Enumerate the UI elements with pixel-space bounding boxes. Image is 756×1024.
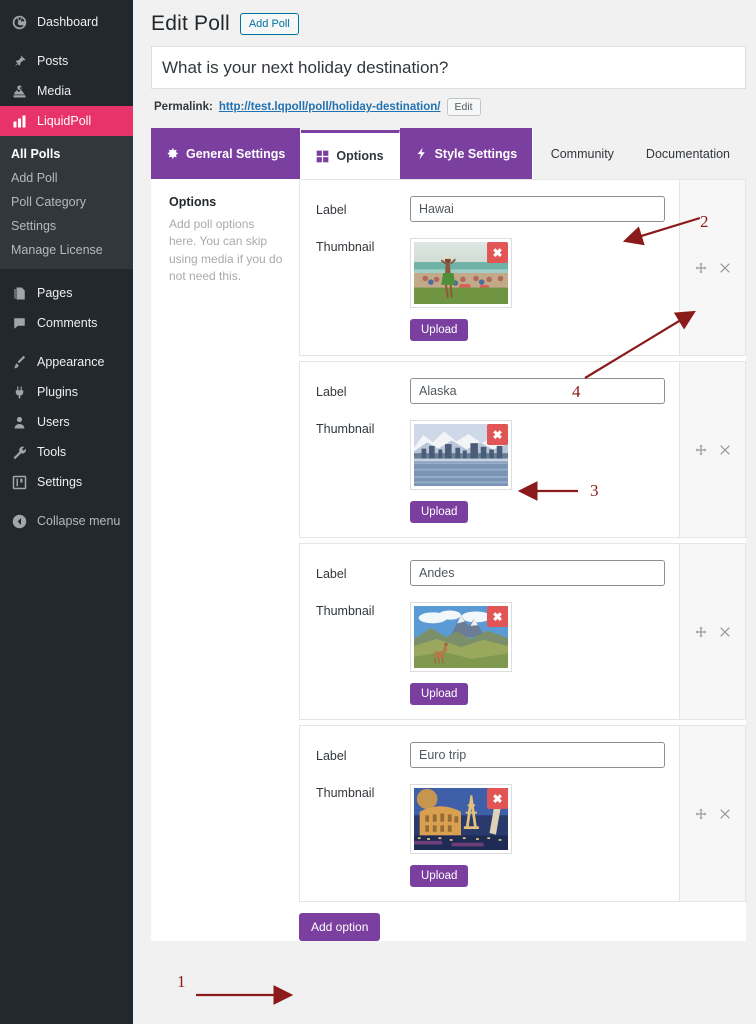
annotation-arrow-2 [622, 216, 701, 246]
admin-screen: Dashboard Posts Media LiquidPoll All Pol… [0, 0, 756, 1024]
annotation-arrow-4 [584, 310, 696, 379]
annotation-overlay [196, 216, 701, 1005]
